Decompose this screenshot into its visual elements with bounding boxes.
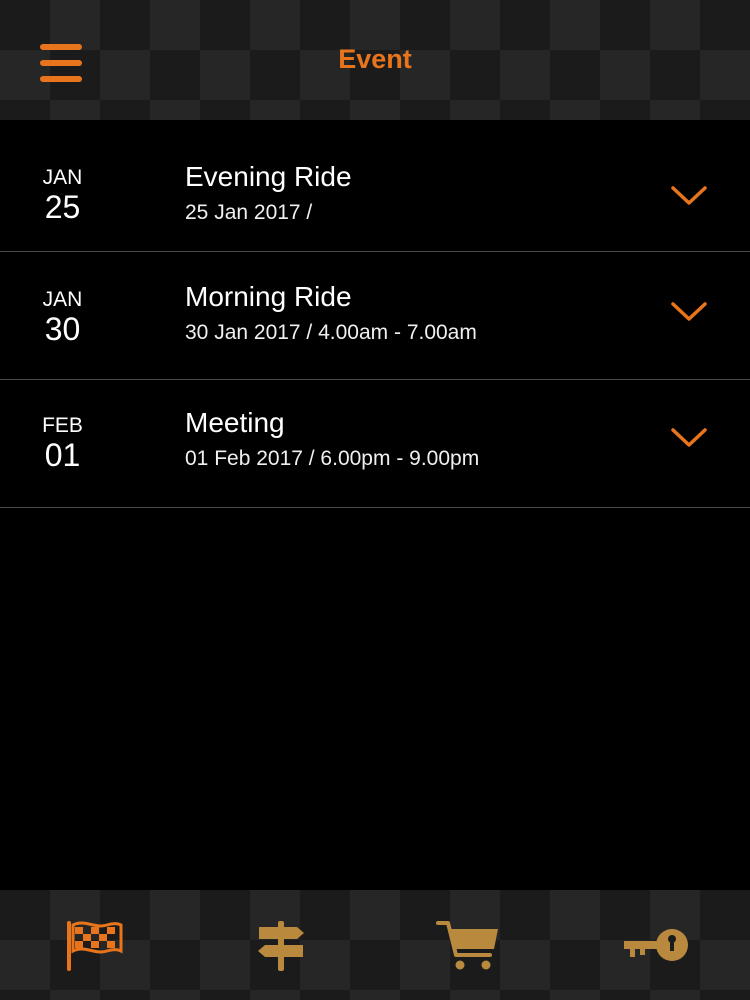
bottom-tab-bar (0, 890, 750, 1000)
key-icon (624, 929, 689, 961)
event-row-evening-ride[interactable]: JAN 25 Evening Ride 25 Jan 2017 / (0, 120, 750, 252)
event-day: 25 (44, 189, 81, 225)
event-subtitle: 25 Jan 2017 / (185, 201, 313, 224)
tab-routes[interactable] (188, 890, 376, 1000)
event-month: JAN (42, 288, 83, 311)
event-date: JAN 30 (0, 288, 125, 346)
shopping-cart-icon (435, 921, 498, 970)
event-month: FEB (42, 414, 83, 437)
event-month: JAN (42, 166, 83, 189)
tab-login[interactable] (563, 890, 750, 1000)
event-info: Meeting 01 Feb 2017 / 6.00pm - 9.00pm (185, 406, 479, 472)
chevron-down-icon[interactable] (670, 300, 708, 324)
event-info: Evening Ride 25 Jan 2017 / (185, 160, 352, 226)
event-list: JAN 25 Evening Ride 25 Jan 2017 / JAN 30… (0, 120, 750, 508)
event-subtitle: 30 Jan 2017 / 4.00am - 7.00am (185, 321, 477, 344)
event-title: Morning Ride (185, 281, 352, 312)
event-subtitle: 01 Feb 2017 / 6.00pm - 9.00pm (185, 447, 480, 470)
app-header: Event (0, 0, 750, 120)
event-title: Meeting (185, 407, 285, 438)
tab-events[interactable] (0, 890, 188, 1000)
signpost-icon (258, 921, 305, 971)
page-title: Event (338, 44, 412, 74)
event-row-morning-ride[interactable]: JAN 30 Morning Ride 30 Jan 2017 / 4.00am… (0, 252, 750, 380)
tab-shop[interactable] (375, 890, 563, 1000)
chevron-down-icon[interactable] (670, 426, 708, 450)
event-row-meeting[interactable]: FEB 01 Meeting 01 Feb 2017 / 6.00pm - 9.… (0, 380, 750, 508)
event-title: Evening Ride (185, 161, 352, 192)
chevron-down-icon[interactable] (670, 184, 708, 208)
event-date: FEB 01 (0, 414, 125, 472)
event-info: Morning Ride 30 Jan 2017 / 4.00am - 7.00… (185, 280, 477, 346)
event-day: 01 (44, 437, 81, 473)
event-date: JAN 25 (0, 166, 125, 224)
checkered-flag-icon (66, 921, 123, 971)
event-day: 30 (44, 311, 81, 347)
